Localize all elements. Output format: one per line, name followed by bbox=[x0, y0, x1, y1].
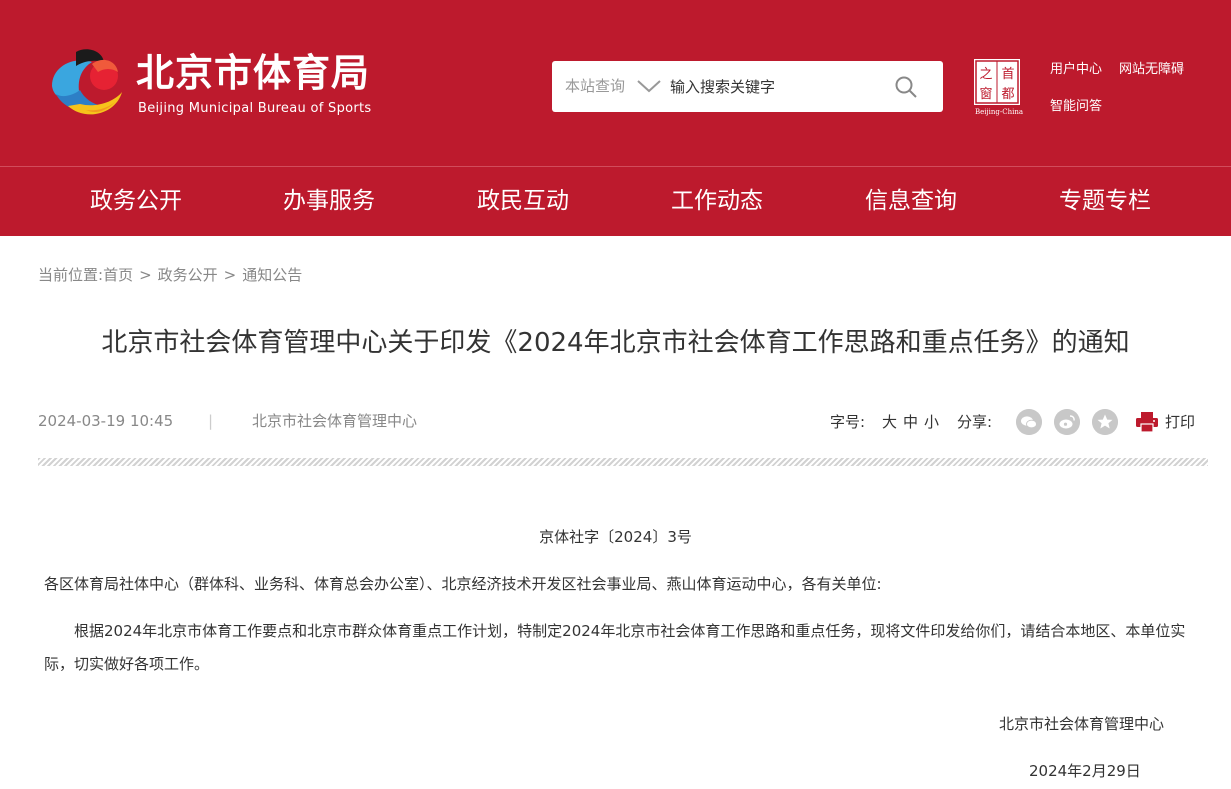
breadcrumb-separator: > bbox=[139, 266, 152, 284]
body-paragraph: 根据2024年北京市体育工作要点和北京市群众体育重点工作计划，特制定2024年北… bbox=[44, 622, 1186, 673]
seal-char: 都 bbox=[1001, 87, 1014, 102]
user-center-link[interactable]: 用户中心 bbox=[1050, 61, 1102, 79]
publish-date: 2024-03-19 10:45 bbox=[38, 412, 174, 430]
article-title: 北京市社会体育管理中心关于印发《2024年北京市社会体育工作思路和重点任务》的通… bbox=[101, 328, 1130, 358]
breadcrumb-separator: > bbox=[223, 266, 237, 284]
font-size-medium-button[interactable]: 中 bbox=[903, 411, 918, 433]
search-scope-dropdown[interactable]: 本站查询 bbox=[565, 61, 625, 112]
main-nav: 政务公开 办事服务 政民互动 工作动态 信息查询 专题专栏 bbox=[0, 167, 1231, 236]
breadcrumb-home-link[interactable]: 首页 bbox=[103, 266, 133, 284]
seal-char: 首 bbox=[1001, 67, 1014, 82]
smart-qa-link[interactable]: 智能问答 bbox=[1050, 98, 1102, 116]
font-size-large-button[interactable]: 大 bbox=[882, 411, 897, 433]
bureau-logo-icon[interactable] bbox=[46, 46, 126, 122]
seal-caption: Beijing-China bbox=[975, 108, 1023, 116]
article-source: 北京市社会体育管理中心 bbox=[252, 412, 418, 430]
search-icon[interactable] bbox=[894, 75, 918, 99]
nav-item-open-government[interactable]: 政务公开 bbox=[66, 167, 206, 236]
breadcrumb-notice-link[interactable]: 通知公告 bbox=[242, 266, 302, 284]
breadcrumb: 当前位置:首页 > 政务公开 > 通知公告 bbox=[38, 265, 302, 285]
capital-window-seal-icon[interactable]: 之 首 窗 都 Beijing-China bbox=[972, 58, 1026, 116]
search-input[interactable] bbox=[670, 73, 875, 101]
breadcrumb-prefix: 当前位置: bbox=[38, 266, 104, 284]
section-divider bbox=[38, 458, 1208, 466]
site-logo-subtitle: Beijing Municipal Bureau of Sports bbox=[138, 101, 372, 116]
favorite-icon[interactable] bbox=[1092, 409, 1118, 435]
nav-item-info-query[interactable]: 信息查询 bbox=[841, 167, 981, 236]
document-number: 京体社字〔2024〕3号 bbox=[539, 528, 692, 546]
accessibility-link[interactable]: 网站无障碍 bbox=[1119, 61, 1184, 79]
site-logo-title[interactable]: 北京市体育局 bbox=[136, 50, 370, 96]
weibo-icon[interactable] bbox=[1054, 409, 1080, 435]
print-button[interactable]: 打印 bbox=[1165, 411, 1195, 433]
signature-date: 2024年2月29日 bbox=[1029, 762, 1141, 780]
share-label: 分享: bbox=[957, 413, 993, 431]
breadcrumb-open-government-link[interactable]: 政务公开 bbox=[158, 266, 218, 284]
chevron-down-icon[interactable] bbox=[636, 78, 662, 94]
search-bar: 本站查询 bbox=[552, 61, 943, 112]
seal-char: 窗 bbox=[979, 86, 992, 102]
nav-item-special-topics[interactable]: 专题专栏 bbox=[1035, 167, 1175, 236]
signature-organization: 北京市社会体育管理中心 bbox=[999, 715, 1165, 733]
nav-item-services[interactable]: 办事服务 bbox=[259, 167, 399, 236]
nav-item-work-news[interactable]: 工作动态 bbox=[647, 167, 787, 236]
font-size-small-button[interactable]: 小 bbox=[924, 411, 939, 433]
salutation: 各区体育局社体中心（群体科、业务科、体育总会办公室）、北京经济技术开发区社会事业… bbox=[44, 575, 882, 593]
wechat-icon[interactable] bbox=[1016, 409, 1042, 435]
printer-icon[interactable] bbox=[1136, 412, 1158, 432]
meta-divider: | bbox=[208, 412, 214, 430]
font-size-label: 字号: bbox=[830, 413, 866, 431]
seal-char: 之 bbox=[979, 67, 992, 82]
nav-item-interaction[interactable]: 政民互动 bbox=[453, 167, 593, 236]
